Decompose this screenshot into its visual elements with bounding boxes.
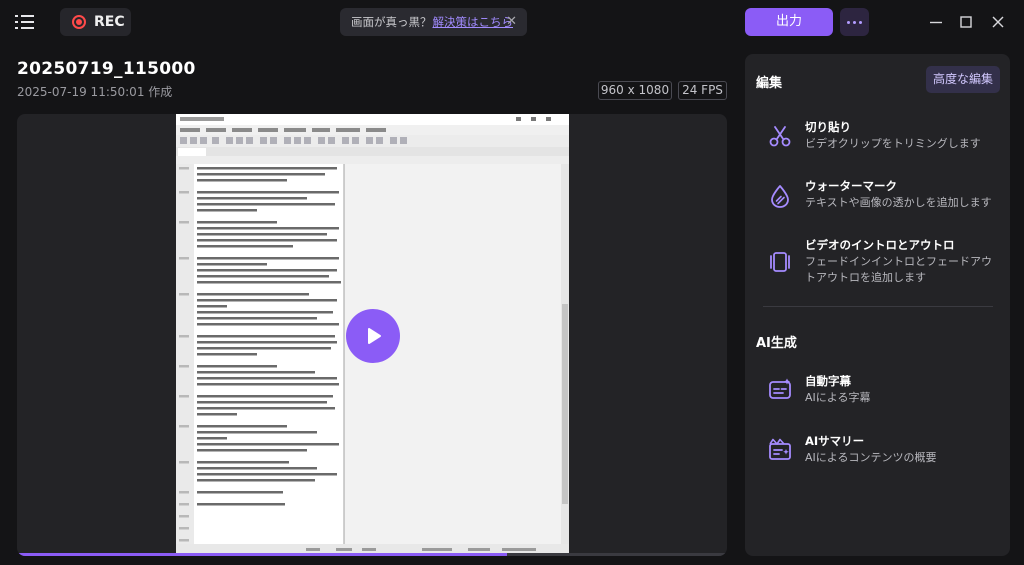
export-button[interactable]: 出力 (745, 8, 833, 36)
feature-auto-subtitle-desc: AIによる字幕 (805, 391, 871, 404)
ai-heading: AI生成 (756, 336, 797, 351)
edit-panel: 編集 高度な編集 切り貼り ビデオクリップをトリミングします ウォーターマーク … (745, 54, 1010, 556)
minimize-icon[interactable] (926, 12, 946, 32)
play-icon (368, 328, 381, 344)
recording-created-date: 2025-07-19 11:50:01 作成 (17, 85, 173, 99)
edit-heading: 編集 (756, 76, 783, 91)
intro-outro-icon (770, 252, 790, 272)
solution-link[interactable]: 解決策はこちら (433, 14, 514, 30)
feature-ai-summary-title: AIサマリー (805, 434, 865, 448)
ai-summary-icon (769, 438, 791, 460)
menu-icon[interactable] (14, 12, 36, 32)
advanced-edit-button[interactable]: 高度な編集 (926, 66, 1000, 93)
feature-auto-subtitle-title: 自動字幕 (805, 374, 851, 388)
feature-cut-title: 切り貼り (805, 120, 851, 134)
close-notice-icon[interactable]: ✕ (506, 14, 517, 29)
feature-intro-outro[interactable]: ビデオのイントロとアウトロ フェードインイントロとフェードアウトアウトロを追加し… (745, 237, 1010, 287)
resolution-badge: 960 x 1080 (598, 81, 672, 100)
top-bar: REC 画面が真っ黒？ 解決策はこちら ✕ 出力 (0, 0, 1024, 44)
feature-watermark[interactable]: ウォーターマーク テキストや画像の透かしを追加します (745, 178, 1010, 212)
feature-intro-outro-title: ビデオのイントロとアウトロ (805, 238, 955, 252)
record-icon (72, 15, 86, 29)
black-screen-notice: 画面が真っ黒？ 解決策はこちら ✕ (340, 8, 527, 36)
feature-cut-desc: ビデオクリップをトリミングします (805, 137, 981, 150)
rec-button[interactable]: REC (60, 8, 131, 36)
notice-text: 画面が真っ黒？ (351, 15, 432, 29)
maximize-icon[interactable] (956, 12, 976, 32)
playback-progress-fill (17, 553, 507, 556)
play-button[interactable] (346, 309, 400, 363)
feature-cut[interactable]: 切り貼り ビデオクリップをトリミングします (745, 119, 1010, 153)
feature-watermark-desc: テキストや画像の透かしを追加します (805, 196, 992, 209)
feature-ai-summary[interactable]: AIサマリー AIによるコンテンツの概要 (745, 433, 1010, 467)
feature-auto-subtitle[interactable]: 自動字幕 AIによる字幕 (745, 373, 1010, 407)
recording-title: 20250719_115000 (17, 59, 196, 79)
more-options-icon[interactable] (840, 8, 869, 36)
subtitle-icon (769, 378, 791, 399)
video-preview[interactable] (17, 114, 727, 556)
rec-label: REC (94, 14, 125, 30)
playback-progress-bar[interactable] (17, 553, 727, 556)
scissors-icon (769, 126, 791, 147)
watermark-icon (771, 185, 789, 208)
section-divider (763, 306, 993, 307)
close-window-icon[interactable] (988, 12, 1008, 32)
feature-watermark-title: ウォーターマーク (805, 179, 897, 193)
feature-ai-summary-desc: AIによるコンテンツの概要 (805, 451, 937, 464)
fps-badge: 24 FPS (678, 81, 727, 100)
feature-intro-outro-desc: フェードインイントロとフェードアウトアウトロを追加します (805, 255, 992, 284)
